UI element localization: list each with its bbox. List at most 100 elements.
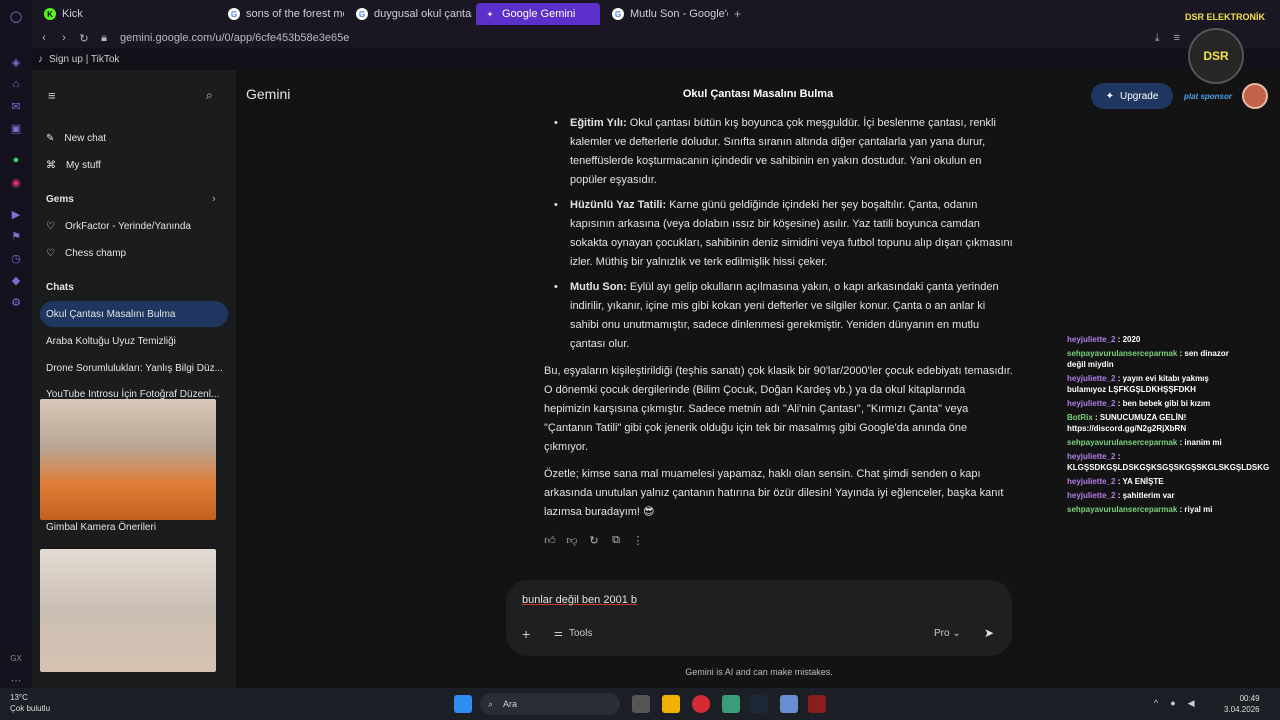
bookmark-tiktok[interactable]: Sign up | TikTok — [49, 54, 119, 65]
tab-google-search-1[interactable]: G sons of the forest menu n — [220, 3, 344, 25]
bookmark-icon[interactable]: ⌂ — [8, 76, 24, 92]
gem-icon: ♡ — [46, 220, 55, 232]
app-icon[interactable] — [808, 695, 826, 713]
system-tray[interactable]: ^ ● ◀ — [1154, 698, 1195, 709]
chat-message: heyjuliette_2 : yayın evi kitabı yakmış … — [1067, 374, 1209, 394]
tab-google-search-3[interactable]: G Mutlu Son - Google'da Ara — [604, 3, 728, 25]
search-icon[interactable]: ⌕ — [206, 88, 213, 103]
chat-message: sehpayavurulanserceparmak : riyal mi — [1067, 505, 1213, 514]
mic-icon[interactable]: ● — [1170, 698, 1175, 709]
my-stuff-button[interactable]: ⌘ My stuff — [40, 152, 228, 178]
player-icon[interactable]: ▶ — [8, 206, 24, 222]
whatsapp-icon[interactable]: ● — [8, 152, 24, 168]
weather-widget[interactable]: 13°C Çok bulutlu — [10, 692, 50, 714]
prompt-input[interactable]: bunlar değil ben 2001 b — [522, 594, 637, 606]
address-bar: ‹ › ↻ 🔒︎ gemini.google.com/u/0/app/6cfe4… — [32, 28, 1280, 48]
settings-app-icon[interactable] — [780, 695, 798, 713]
settings-icon[interactable]: ⚙ — [8, 294, 24, 310]
hamburger-icon[interactable]: ≡ — [48, 88, 56, 103]
webcam-bottom — [40, 549, 216, 672]
chat-label: Araba Koltuğu Uyuz Temizliği — [46, 335, 176, 347]
gem-item-orkfactor[interactable]: ♡ OrkFactor - Yerinde/Yanında — [40, 213, 228, 239]
list-item: Mutlu Son: Eylül ayı gelip okulların açı… — [544, 278, 1014, 354]
prompt-composer[interactable]: bunlar değil ben 2001 b + ⚌ Tools Pro ⌄ … — [506, 580, 1012, 656]
search-icon: ⌕ — [488, 698, 494, 709]
tab-google-search-2[interactable]: G duygusal okul çantası mas — [348, 3, 472, 25]
url-field[interactable]: gemini.google.com/u/0/app/6cfe453b58e3e6… — [120, 32, 349, 44]
sparkle-icon: ✦ — [1105, 90, 1115, 102]
sponsor-label: plat sponsor — [1184, 92, 1233, 101]
gx-icon[interactable]: GX — [8, 650, 24, 666]
copy-icon[interactable]: ⧉ — [610, 534, 622, 546]
gemini-brand[interactable]: Gemini — [246, 86, 290, 102]
new-chat-button[interactable]: ✎ New chat — [40, 125, 228, 151]
date: 3.04.2026 — [1224, 705, 1260, 714]
new-chat-label: New chat — [64, 132, 107, 144]
new-tab-button[interactable]: + — [734, 7, 741, 21]
chat-message: heyjuliette_2 : şahitlerim var — [1067, 491, 1175, 500]
chevron-right-icon[interactable]: › — [212, 193, 216, 205]
chevron-up-icon[interactable]: ^ — [1154, 698, 1158, 709]
thumbs-down-icon[interactable]: 👎︎ — [566, 534, 578, 547]
opera-icon[interactable] — [692, 695, 710, 713]
chat-item-selected[interactable]: Okul Çantası Masalını Bulma — [40, 301, 228, 327]
upgrade-button[interactable]: ✦ Upgrade — [1091, 83, 1173, 109]
disclaimer: Gemini is AI and can make mistakes. — [685, 667, 833, 677]
clock[interactable]: 00:49 3.04.2026 — [1224, 693, 1260, 715]
thumbs-up-icon[interactable]: 👍︎ — [544, 534, 556, 547]
messenger-icon[interactable]: ✉ — [8, 98, 24, 114]
list-item: Hüzünlü Yaz Tatili: Karne günü geldiğind… — [544, 196, 1014, 272]
logo-mark: DSR — [1188, 28, 1244, 84]
forward-icon[interactable]: › — [56, 32, 72, 44]
file-explorer-icon[interactable] — [662, 695, 680, 713]
search-placeholder: Ara — [503, 699, 518, 709]
more-options-icon[interactable]: ⋮ — [632, 534, 644, 547]
history-icon[interactable]: ◷ — [8, 250, 24, 266]
model-selector[interactable]: Pro ⌄ — [934, 628, 961, 639]
send-icon[interactable]: ➤ — [984, 626, 994, 640]
tab-label: Kick — [62, 8, 83, 20]
volume-icon[interactable]: ◀ — [1188, 698, 1195, 709]
aria-icon[interactable]: ◈ — [8, 54, 24, 70]
regenerate-icon[interactable]: ↻ — [588, 534, 600, 547]
chat-message: sehpayavurulanserceparmak : sen dinazor … — [1067, 349, 1229, 369]
steam-icon[interactable] — [750, 695, 768, 713]
opera-logo-icon[interactable]: ◯ — [8, 8, 24, 24]
tab-label: sons of the forest menu n — [246, 8, 344, 20]
app-icon[interactable] — [722, 695, 740, 713]
instagram-icon[interactable]: ◉ — [8, 174, 24, 190]
gemini-sparkle-icon: ✦ — [486, 9, 494, 19]
add-attachment-icon[interactable]: + — [522, 626, 530, 642]
tools-label: Tools — [568, 628, 593, 639]
tab-gemini[interactable]: ✦ Google Gemini — [476, 3, 600, 25]
gem-label: Chess champ — [64, 247, 127, 259]
screen: ◯ ◈ ⌂ ✉ ▣ ● ◉ ▶ ⚑ ◷ ◆ ⚙ GX ⋯ K Kick G so… — [0, 0, 1280, 720]
task-view-icon[interactable] — [632, 695, 650, 713]
tools-button[interactable]: ⚌ Tools — [554, 628, 592, 639]
more-icon[interactable]: ⋯ — [8, 672, 24, 688]
chat-item[interactable]: Araba Koltuğu Uyuz Temizliği — [40, 328, 228, 354]
windows-taskbar: 13°C Çok bulutlu ⌕ Ara ^ ● ◀ 00:49 3.04.… — [0, 688, 1280, 720]
gems-header[interactable]: Gems — [46, 194, 74, 205]
weather-desc: Çok bulutlu — [10, 704, 51, 713]
download-icon[interactable]: ⤓ — [1155, 32, 1160, 45]
extension-icon[interactable]: ▣ — [8, 120, 24, 136]
reload-icon[interactable]: ↻ — [76, 32, 92, 45]
list-item: Eğitim Yılı: Okul çantası bütün kış boyu… — [544, 114, 1014, 190]
cube-icon[interactable]: ◆ — [8, 272, 24, 288]
chat-message: BotRix : SUNUCUMUZA GELİN! https://disco… — [1067, 413, 1187, 433]
back-icon[interactable]: ‹ — [36, 32, 52, 44]
pin-icon[interactable]: ⚑ — [8, 228, 24, 244]
bullet-title: Eğitim Yılı: — [570, 117, 627, 129]
chat-label: YouTube Introsu İçin Fotoğraf Düzenl... — [46, 388, 220, 400]
bullet-text: Okul çantası bütün kış boyunca çok meşgu… — [570, 117, 996, 186]
chat-item[interactable]: Drone Sorumlulukları: Yanlış Bilgi Düz..… — [40, 355, 228, 381]
start-icon[interactable] — [454, 695, 472, 713]
stream-chat: heyjuliette_2 : 2020 sehpayavurulanserce… — [1067, 334, 1269, 518]
google-icon: G — [356, 8, 368, 20]
taskbar-search[interactable]: ⌕ Ara — [480, 693, 620, 715]
edit-icon: ✎ — [46, 132, 55, 144]
gem-label: OrkFactor - Yerinde/Yanında — [64, 220, 191, 232]
gem-item-chess[interactable]: ♡ Chess champ — [40, 240, 228, 266]
tab-kick[interactable]: K Kick — [36, 3, 160, 25]
